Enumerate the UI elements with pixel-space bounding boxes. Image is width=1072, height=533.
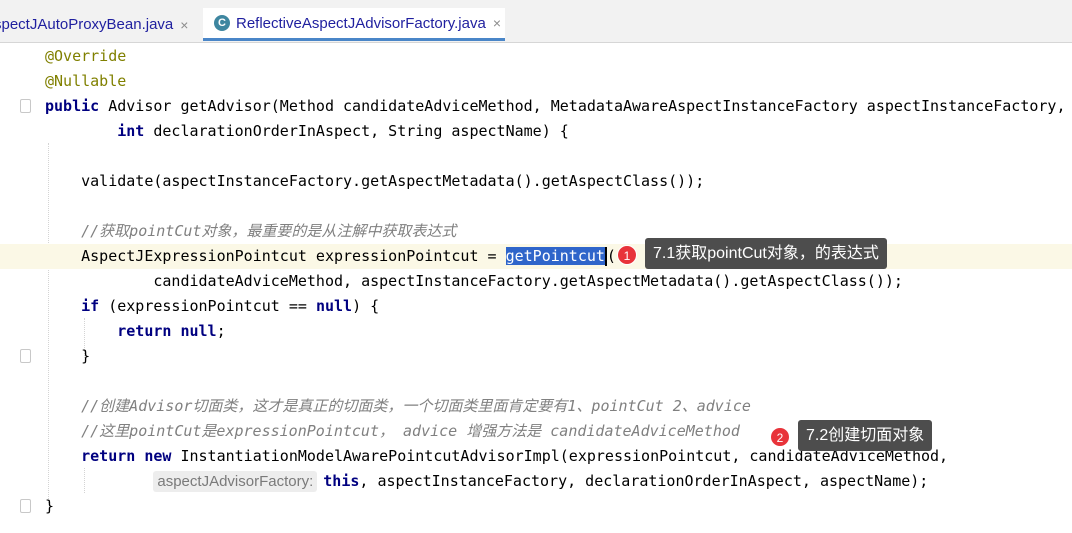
code-line: candidateAdviceMethod, aspectInstanceFac… [45,269,1072,294]
comment: //获取pointCut对象，最重要的是从注解中获取表达式 [45,222,457,240]
close-icon[interactable]: × [180,17,188,33]
code-text: Advisor getAdvisor(Method candidateAdvic… [99,97,1066,115]
step-badge-1: 1 [617,245,637,265]
tab-label: spectJAutoProxyBean.java [0,16,174,33]
annotation-override: @Override [45,47,127,65]
keyword: public [45,97,100,115]
code-editor[interactable]: @Override @Nullable public Advisor getAd… [0,43,1072,533]
code-line: //创建Advisor切面类，这才是真正的切面类，一个切面类里面肯定要有1、po… [45,394,1072,419]
code-line: if (expressionPointcut == null) { [45,294,1072,319]
code-text: (expressionPointcut == [99,297,316,315]
annotation-callout-2: 7.2创建切面对象 [798,420,933,451]
code-line: return null; [45,319,1072,344]
tab-aspectj-auto-proxy-bean[interactable]: spectJAutoProxyBean.java × [0,8,188,41]
code-line: aspectJAdvisorFactory: this, aspectInstan… [45,469,1072,494]
annotation-callout-1: 7.1获取pointCut对象，的表达式 [645,238,887,269]
annotation-nullable: @Nullable [45,72,127,90]
close-icon[interactable]: × [493,15,501,31]
code-text: ; [216,322,226,340]
fold-marker-icon[interactable] [20,99,31,113]
fold-marker-icon[interactable] [20,499,31,513]
code-line: public Advisor getAdvisor(Method candida… [45,94,1072,119]
class-icon: C [214,15,230,31]
code-text: declarationOrderInAspect, String aspectN… [144,122,569,140]
parameter-hint: aspectJAdvisorFactory: [153,471,318,492]
code-line: validate(aspectInstanceFactory.getAspect… [45,169,1072,194]
keyword: new [144,447,172,465]
current-line: AspectJExpressionPointcut expressionPoin… [0,244,1072,269]
code-text: ( [606,247,616,265]
editor-tab-bar: spectJAutoProxyBean.java × C ReflectiveA… [0,0,1072,43]
code-line: int declarationOrderInAspect, String asp… [45,119,1072,144]
code-line: //获取pointCut对象，最重要的是从注解中获取表达式 [45,219,1072,244]
code-text: validate(aspectInstanceFactory.getAspect… [45,172,705,190]
keyword: return null [117,322,217,340]
code-line: @Override [45,44,1072,69]
code-text: candidateAdviceMethod, aspectInstanceFac… [45,272,903,290]
step-badge-2: 2 [770,427,790,447]
code-line: } [45,494,1072,519]
tab-label: ReflectiveAspectJAdvisorFactory.java [236,14,486,32]
tab-reflective-aspectj-advisor-factory[interactable]: C ReflectiveAspectJAdvisorFactory.java × [203,8,505,41]
code-text: , aspectInstanceFactory, declarationOrde… [359,472,929,490]
comment: //创建Advisor切面类，这才是真正的切面类，一个切面类里面肯定要有1、po… [45,397,751,415]
keyword: int [117,122,145,140]
keyword: return [81,447,136,465]
keyword: this [323,472,360,490]
code-text: ) { [352,297,380,315]
code-text: } [45,497,55,515]
selected-text: getPointcut [505,247,605,265]
code-line: @Nullable [45,69,1072,94]
code-line: } [45,344,1072,369]
fold-marker-icon[interactable] [20,349,31,363]
keyword: if [81,297,100,315]
keyword: null [315,297,353,315]
code-text: AspectJExpressionPointcut expressionPoin… [45,247,506,265]
comment: //这里pointCut是expressionPointcut， advice … [45,422,740,440]
code-text: } [45,347,91,365]
